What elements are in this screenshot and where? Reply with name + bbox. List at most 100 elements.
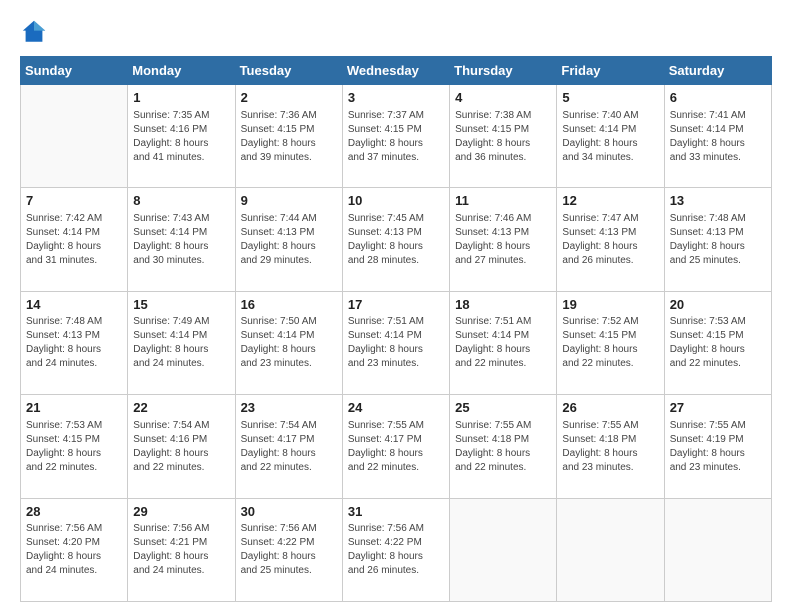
calendar-cell: 3 Sunrise: 7:37 AM Sunset: 4:15 PM Daylig… xyxy=(342,85,449,188)
calendar-cell: 12 Sunrise: 7:47 AM Sunset: 4:13 PM Dayli… xyxy=(557,188,664,291)
calendar-cell: 30Sunrise: 7:56 AM Sunset: 4:22 PM Dayli… xyxy=(235,498,342,601)
calendar-table: SundayMondayTuesdayWednesdayThursdayFrid… xyxy=(20,56,772,602)
col-header-monday: Monday xyxy=(128,57,235,85)
day-info: Sunrise: 7:56 AM Sunset: 4:22 PM Dayligh… xyxy=(348,522,444,578)
day-number: 12 xyxy=(562,192,658,210)
day-info: Sunrise: 7:48 AM Sunset: 4:13 PM Dayligh… xyxy=(26,315,122,371)
calendar-cell: 26Sunrise: 7:55 AM Sunset: 4:18 PM Dayli… xyxy=(557,395,664,498)
day-number: 30 xyxy=(241,503,337,521)
day-number: 14 xyxy=(26,296,122,314)
day-number: 15 xyxy=(133,296,229,314)
calendar-header-row: SundayMondayTuesdayWednesdayThursdayFrid… xyxy=(21,57,772,85)
day-info: Sunrise: 7:56 AM Sunset: 4:22 PM Dayligh… xyxy=(241,522,337,578)
day-info: Sunrise: 7:55 AM Sunset: 4:19 PM Dayligh… xyxy=(670,419,766,475)
day-number: 28 xyxy=(26,503,122,521)
calendar-cell: 13Sunrise: 7:48 AM Sunset: 4:13 PM Dayli… xyxy=(664,188,771,291)
day-info: Sunrise: 7:42 AM Sunset: 4:14 PM Dayligh… xyxy=(26,212,122,268)
calendar-cell: 8 Sunrise: 7:43 AM Sunset: 4:14 PM Daylig… xyxy=(128,188,235,291)
day-number: 24 xyxy=(348,399,444,417)
day-info: Sunrise: 7:53 AM Sunset: 4:15 PM Dayligh… xyxy=(670,315,766,371)
calendar-cell: 21 Sunrise: 7:53 AM Sunset: 4:15 PM Dayli… xyxy=(21,395,128,498)
calendar-week-row: 21 Sunrise: 7:53 AM Sunset: 4:15 PM Dayli… xyxy=(21,395,772,498)
calendar-cell: 1 Sunrise: 7:35 AM Sunset: 4:16 PM Daylig… xyxy=(128,85,235,188)
day-number: 8 xyxy=(133,192,229,210)
calendar-cell xyxy=(21,85,128,188)
calendar-cell: 14Sunrise: 7:48 AM Sunset: 4:13 PM Dayli… xyxy=(21,291,128,394)
day-info: Sunrise: 7:48 AM Sunset: 4:13 PM Dayligh… xyxy=(670,212,766,268)
day-number: 2 xyxy=(241,89,337,107)
calendar-cell: 5Sunrise: 7:40 AM Sunset: 4:14 PM Daylig… xyxy=(557,85,664,188)
calendar-cell xyxy=(557,498,664,601)
day-number: 3 xyxy=(348,89,444,107)
calendar-cell: 11 Sunrise: 7:46 AM Sunset: 4:13 PM Dayli… xyxy=(450,188,557,291)
calendar-cell: 4 Sunrise: 7:38 AM Sunset: 4:15 PM Daylig… xyxy=(450,85,557,188)
calendar-cell: 10 Sunrise: 7:45 AM Sunset: 4:13 PM Dayli… xyxy=(342,188,449,291)
day-info: Sunrise: 7:54 AM Sunset: 4:16 PM Dayligh… xyxy=(133,419,229,475)
calendar-week-row: 1 Sunrise: 7:35 AM Sunset: 4:16 PM Daylig… xyxy=(21,85,772,188)
day-info: Sunrise: 7:35 AM Sunset: 4:16 PM Dayligh… xyxy=(133,109,229,165)
calendar-cell: 6 Sunrise: 7:41 AM Sunset: 4:14 PM Daylig… xyxy=(664,85,771,188)
day-number: 31 xyxy=(348,503,444,521)
calendar-cell: 31Sunrise: 7:56 AM Sunset: 4:22 PM Dayli… xyxy=(342,498,449,601)
col-header-sunday: Sunday xyxy=(21,57,128,85)
page: SundayMondayTuesdayWednesdayThursdayFrid… xyxy=(0,0,792,612)
day-info: Sunrise: 7:56 AM Sunset: 4:21 PM Dayligh… xyxy=(133,522,229,578)
logo-icon xyxy=(20,18,48,46)
day-number: 20 xyxy=(670,296,766,314)
calendar-cell: 7Sunrise: 7:42 AM Sunset: 4:14 PM Daylig… xyxy=(21,188,128,291)
col-header-saturday: Saturday xyxy=(664,57,771,85)
day-number: 4 xyxy=(455,89,551,107)
day-number: 5 xyxy=(562,89,658,107)
calendar-week-row: 7Sunrise: 7:42 AM Sunset: 4:14 PM Daylig… xyxy=(21,188,772,291)
calendar-cell: 9 Sunrise: 7:44 AM Sunset: 4:13 PM Daylig… xyxy=(235,188,342,291)
calendar-cell xyxy=(664,498,771,601)
day-number: 16 xyxy=(241,296,337,314)
day-info: Sunrise: 7:55 AM Sunset: 4:18 PM Dayligh… xyxy=(562,419,658,475)
calendar-week-row: 28Sunrise: 7:56 AM Sunset: 4:20 PM Dayli… xyxy=(21,498,772,601)
col-header-friday: Friday xyxy=(557,57,664,85)
calendar-cell: 22 Sunrise: 7:54 AM Sunset: 4:16 PM Dayli… xyxy=(128,395,235,498)
calendar-cell: 28Sunrise: 7:56 AM Sunset: 4:20 PM Dayli… xyxy=(21,498,128,601)
day-number: 22 xyxy=(133,399,229,417)
calendar-cell xyxy=(450,498,557,601)
day-info: Sunrise: 7:52 AM Sunset: 4:15 PM Dayligh… xyxy=(562,315,658,371)
day-info: Sunrise: 7:53 AM Sunset: 4:15 PM Dayligh… xyxy=(26,419,122,475)
calendar-cell: 23 Sunrise: 7:54 AM Sunset: 4:17 PM Dayli… xyxy=(235,395,342,498)
day-info: Sunrise: 7:41 AM Sunset: 4:14 PM Dayligh… xyxy=(670,109,766,165)
calendar-cell: 2 Sunrise: 7:36 AM Sunset: 4:15 PM Daylig… xyxy=(235,85,342,188)
day-number: 10 xyxy=(348,192,444,210)
day-info: Sunrise: 7:46 AM Sunset: 4:13 PM Dayligh… xyxy=(455,212,551,268)
col-header-thursday: Thursday xyxy=(450,57,557,85)
day-number: 29 xyxy=(133,503,229,521)
day-number: 11 xyxy=(455,192,551,210)
calendar-cell: 24Sunrise: 7:55 AM Sunset: 4:17 PM Dayli… xyxy=(342,395,449,498)
day-info: Sunrise: 7:43 AM Sunset: 4:14 PM Dayligh… xyxy=(133,212,229,268)
header xyxy=(20,18,772,46)
day-info: Sunrise: 7:44 AM Sunset: 4:13 PM Dayligh… xyxy=(241,212,337,268)
day-info: Sunrise: 7:54 AM Sunset: 4:17 PM Dayligh… xyxy=(241,419,337,475)
day-info: Sunrise: 7:38 AM Sunset: 4:15 PM Dayligh… xyxy=(455,109,551,165)
calendar-cell: 17Sunrise: 7:51 AM Sunset: 4:14 PM Dayli… xyxy=(342,291,449,394)
day-number: 9 xyxy=(241,192,337,210)
calendar-cell: 29Sunrise: 7:56 AM Sunset: 4:21 PM Dayli… xyxy=(128,498,235,601)
day-info: Sunrise: 7:37 AM Sunset: 4:15 PM Dayligh… xyxy=(348,109,444,165)
day-number: 21 xyxy=(26,399,122,417)
col-header-wednesday: Wednesday xyxy=(342,57,449,85)
day-info: Sunrise: 7:47 AM Sunset: 4:13 PM Dayligh… xyxy=(562,212,658,268)
day-number: 18 xyxy=(455,296,551,314)
day-number: 6 xyxy=(670,89,766,107)
day-info: Sunrise: 7:36 AM Sunset: 4:15 PM Dayligh… xyxy=(241,109,337,165)
day-info: Sunrise: 7:45 AM Sunset: 4:13 PM Dayligh… xyxy=(348,212,444,268)
day-number: 1 xyxy=(133,89,229,107)
calendar-cell: 16Sunrise: 7:50 AM Sunset: 4:14 PM Dayli… xyxy=(235,291,342,394)
day-info: Sunrise: 7:49 AM Sunset: 4:14 PM Dayligh… xyxy=(133,315,229,371)
day-info: Sunrise: 7:56 AM Sunset: 4:20 PM Dayligh… xyxy=(26,522,122,578)
calendar-cell: 20Sunrise: 7:53 AM Sunset: 4:15 PM Dayli… xyxy=(664,291,771,394)
calendar-cell: 18Sunrise: 7:51 AM Sunset: 4:14 PM Dayli… xyxy=(450,291,557,394)
day-info: Sunrise: 7:51 AM Sunset: 4:14 PM Dayligh… xyxy=(348,315,444,371)
day-info: Sunrise: 7:51 AM Sunset: 4:14 PM Dayligh… xyxy=(455,315,551,371)
day-number: 19 xyxy=(562,296,658,314)
logo xyxy=(20,18,50,46)
day-number: 23 xyxy=(241,399,337,417)
calendar-cell: 15Sunrise: 7:49 AM Sunset: 4:14 PM Dayli… xyxy=(128,291,235,394)
